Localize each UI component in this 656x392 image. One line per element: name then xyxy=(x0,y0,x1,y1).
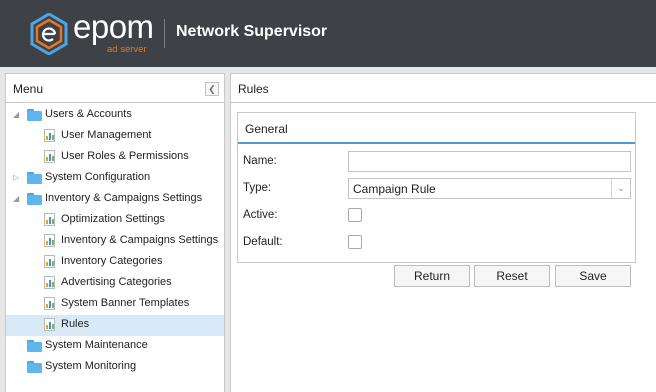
menu-item[interactable]: Rules xyxy=(6,315,224,336)
epom-logo-icon xyxy=(30,13,68,55)
type-select-value: Campaign Rule xyxy=(353,182,436,196)
menu-item-label: Users & Accounts xyxy=(45,108,132,120)
menu-item-label: Inventory Categories xyxy=(61,255,163,267)
chevron-down-icon[interactable]: ⌄ xyxy=(611,179,630,198)
menu-item[interactable]: Advertising Categories xyxy=(6,273,224,294)
menu-item-label: User Management xyxy=(61,129,152,141)
menu-header: Menu ❮ xyxy=(6,74,224,103)
chart-page-icon xyxy=(44,276,55,289)
general-title: General xyxy=(245,122,288,136)
menu-item[interactable]: ◢ Inventory & Campaigns Settings xyxy=(6,189,224,210)
expanded-arrow-icon[interactable]: ◢ xyxy=(13,111,21,119)
menu-item[interactable]: ▷ System Configuration xyxy=(6,168,224,189)
folder-icon xyxy=(27,193,42,205)
rules-panel: Rules General Name: Type: Campaign Rule … xyxy=(230,73,656,392)
collapsed-arrow-icon[interactable]: ▷ xyxy=(13,174,21,182)
menu-item-label: Optimization Settings xyxy=(61,213,165,225)
menu-item[interactable]: Inventory & Campaigns Settings xyxy=(6,231,224,252)
save-button[interactable]: Save xyxy=(555,265,631,287)
chevron-left-icon[interactable]: ❮ xyxy=(205,82,219,96)
menu-item-label: User Roles & Permissions xyxy=(61,150,189,162)
reset-button[interactable]: Reset xyxy=(474,265,550,287)
return-button[interactable]: Return xyxy=(394,265,470,287)
menu-panel: Menu ❮ ◢ Users & Accounts User Management U… xyxy=(5,73,225,392)
menu-item-label: Advertising Categories xyxy=(61,276,172,288)
chart-page-icon xyxy=(44,129,55,142)
type-label: Type: xyxy=(243,182,272,194)
menu-item[interactable]: User Management xyxy=(6,126,224,147)
menu-item-label: System Banner Templates xyxy=(61,297,190,309)
menu-item[interactable]: System Banner Templates xyxy=(6,294,224,315)
chart-page-icon xyxy=(44,255,55,268)
menu-item[interactable]: Optimization Settings xyxy=(6,210,224,231)
chart-page-icon xyxy=(44,318,55,331)
folder-icon xyxy=(27,109,42,121)
app-title: Network Supervisor xyxy=(176,23,328,40)
active-checkbox[interactable] xyxy=(348,208,362,222)
chart-page-icon xyxy=(44,234,55,247)
logo-wordmark: epom xyxy=(73,8,154,45)
menu-item[interactable]: ◢ Users & Accounts xyxy=(6,105,224,126)
menu-item-label: System Monitoring xyxy=(45,360,137,372)
menu-item-label: System Maintenance xyxy=(45,339,148,351)
menu-item[interactable]: System Monitoring xyxy=(6,357,224,378)
general-section: General Name: Type: Campaign Rule ⌄ Acti… xyxy=(237,112,636,263)
logo-subtext: ad server xyxy=(107,44,147,55)
type-select[interactable]: Campaign Rule ⌄ xyxy=(348,178,631,199)
chart-page-icon xyxy=(44,213,55,226)
expanded-arrow-icon[interactable]: ◢ xyxy=(13,195,21,203)
menu-item[interactable]: Inventory Categories xyxy=(6,252,224,273)
menu-item[interactable]: System Maintenance xyxy=(6,336,224,357)
default-checkbox[interactable] xyxy=(348,235,362,249)
folder-icon xyxy=(27,172,42,184)
menu-item-label: System Configuration xyxy=(45,171,151,183)
default-label: Default: xyxy=(243,236,283,248)
folder-icon xyxy=(27,361,42,373)
menu-item-label: Inventory & Campaigns Settings xyxy=(61,234,219,246)
app-header: epom ad server Network Supervisor xyxy=(0,0,656,67)
name-input[interactable] xyxy=(348,151,631,172)
menu-item-label: Rules xyxy=(61,318,90,330)
rules-title: Rules xyxy=(238,82,269,96)
menu-item-label: Inventory & Campaigns Settings xyxy=(45,192,203,204)
name-label: Name: xyxy=(243,155,277,167)
active-label: Active: xyxy=(243,209,278,221)
folder-icon xyxy=(27,340,42,352)
general-header: General xyxy=(238,113,635,144)
rules-header: Rules xyxy=(231,74,656,103)
chart-page-icon xyxy=(44,150,55,163)
menu-item[interactable]: User Roles & Permissions xyxy=(6,147,224,168)
chart-page-icon xyxy=(44,297,55,310)
header-divider xyxy=(164,19,165,48)
menu-title: Menu xyxy=(13,82,44,96)
